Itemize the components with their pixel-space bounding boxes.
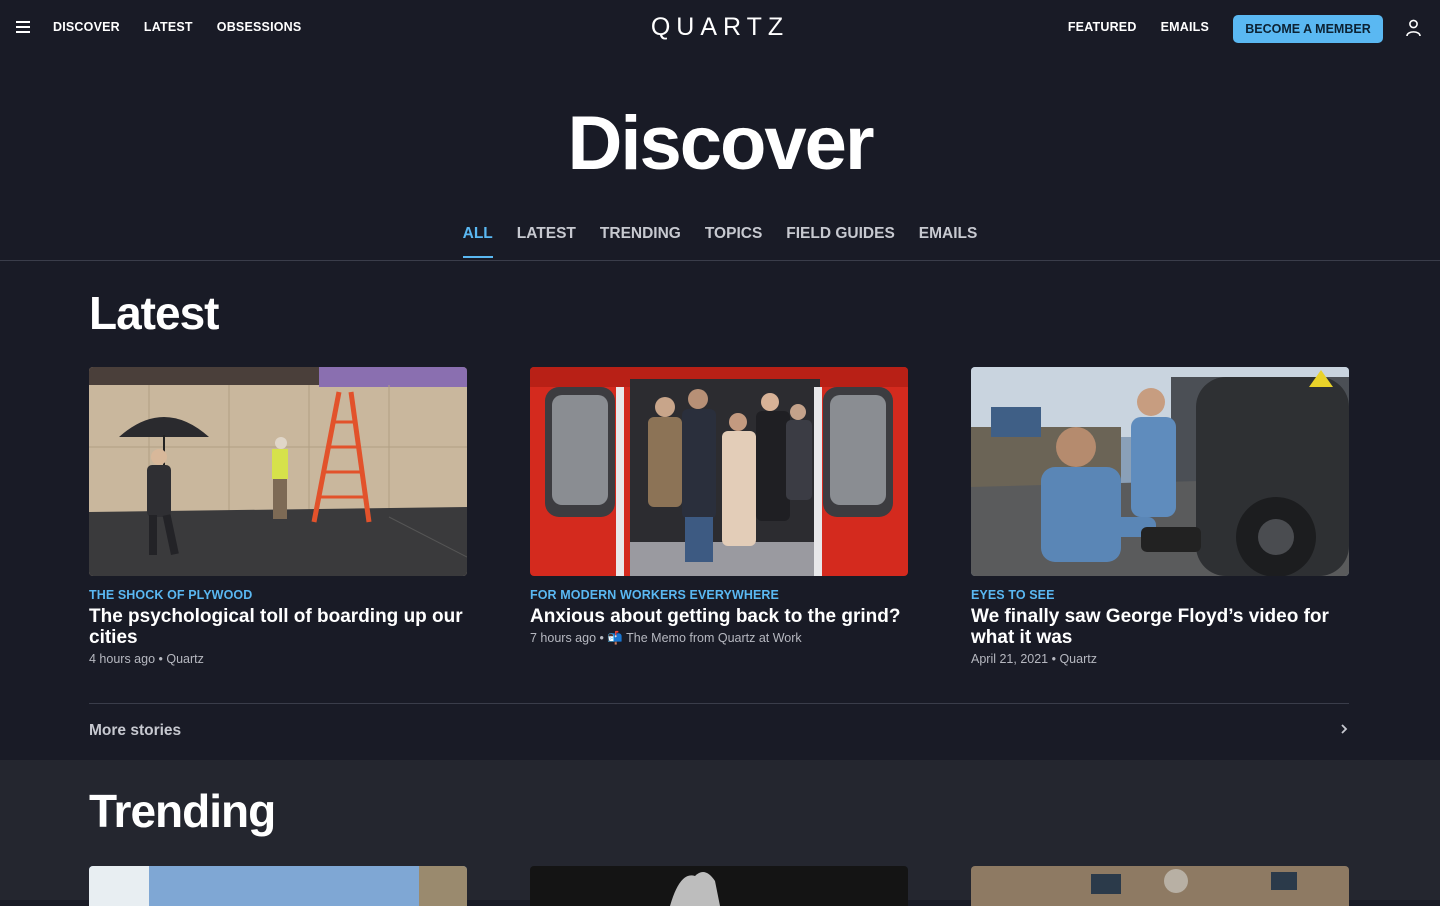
story-kicker[interactable]: EYES TO SEE xyxy=(971,588,1349,602)
story-kicker[interactable]: FOR MODERN WORKERS EVERYWHERE xyxy=(530,588,908,602)
story-image-plywood[interactable] xyxy=(89,367,467,576)
story-headline[interactable]: We finally saw George Floyd’s video for … xyxy=(971,606,1349,648)
story-card[interactable]: EYES TO SEE We finally saw George Floyd’… xyxy=(971,367,1349,666)
tab-emails[interactable]: EMAILS xyxy=(919,225,978,258)
user-account-icon[interactable] xyxy=(1405,19,1422,37)
trending-story-image[interactable] xyxy=(971,866,1349,906)
top-navigation-bar: DISCOVER LATEST OBSESSIONS QUARTZ FEATUR… xyxy=(0,0,1440,58)
secondary-nav: FEATURED EMAILS xyxy=(1068,20,1209,34)
become-member-button[interactable]: BECOME A MEMBER xyxy=(1233,15,1383,43)
story-image-subway[interactable] xyxy=(530,367,908,576)
story-card[interactable]: FOR MODERN WORKERS EVERYWHERE Anxious ab… xyxy=(530,367,908,666)
story-meta: 7 hours ago • 📬 The Memo from Quartz at … xyxy=(530,631,802,645)
tab-field-guides[interactable]: FIELD GUIDES xyxy=(786,225,895,258)
story-image-bodycam[interactable] xyxy=(971,367,1349,576)
more-stories-link[interactable]: More stories xyxy=(89,716,1349,746)
quartz-logo[interactable]: QUARTZ xyxy=(0,13,1440,42)
tab-latest[interactable]: LATEST xyxy=(517,225,576,258)
tab-all[interactable]: ALL xyxy=(462,225,493,258)
story-headline[interactable]: The psychological toll of boarding up ou… xyxy=(89,606,467,648)
tabs-divider xyxy=(0,260,1440,261)
story-meta: April 21, 2021 • Quartz xyxy=(971,652,1097,666)
story-meta: 4 hours ago • Quartz xyxy=(89,652,204,666)
story-card[interactable]: THE SHOCK OF PLYWOOD The psychological t… xyxy=(89,367,467,666)
latest-cards: THE SHOCK OF PLYWOOD The psychological t… xyxy=(89,367,1349,666)
trending-cards xyxy=(89,866,1349,906)
nav-featured-link[interactable]: FEATURED xyxy=(1068,20,1137,34)
more-stories-label: More stories xyxy=(89,722,182,739)
tab-trending[interactable]: TRENDING xyxy=(600,225,681,258)
discover-tabs: ALL LATEST TRENDING TOPICS FIELD GUIDES … xyxy=(0,225,1440,258)
more-stories-divider xyxy=(89,703,1349,704)
latest-section-title: Latest xyxy=(89,287,219,339)
story-kicker[interactable]: THE SHOCK OF PLYWOOD xyxy=(89,588,467,602)
tab-topics[interactable]: TOPICS xyxy=(705,225,762,258)
story-headline[interactable]: Anxious about getting back to the grind? xyxy=(530,606,908,627)
chevron-right-icon xyxy=(1339,722,1349,740)
page-title: Discover xyxy=(567,101,874,186)
trending-story-image[interactable] xyxy=(89,866,467,906)
trending-story-image[interactable] xyxy=(530,866,908,906)
nav-emails-link[interactable]: EMAILS xyxy=(1161,20,1209,34)
trending-section-title: Trending xyxy=(89,785,276,837)
